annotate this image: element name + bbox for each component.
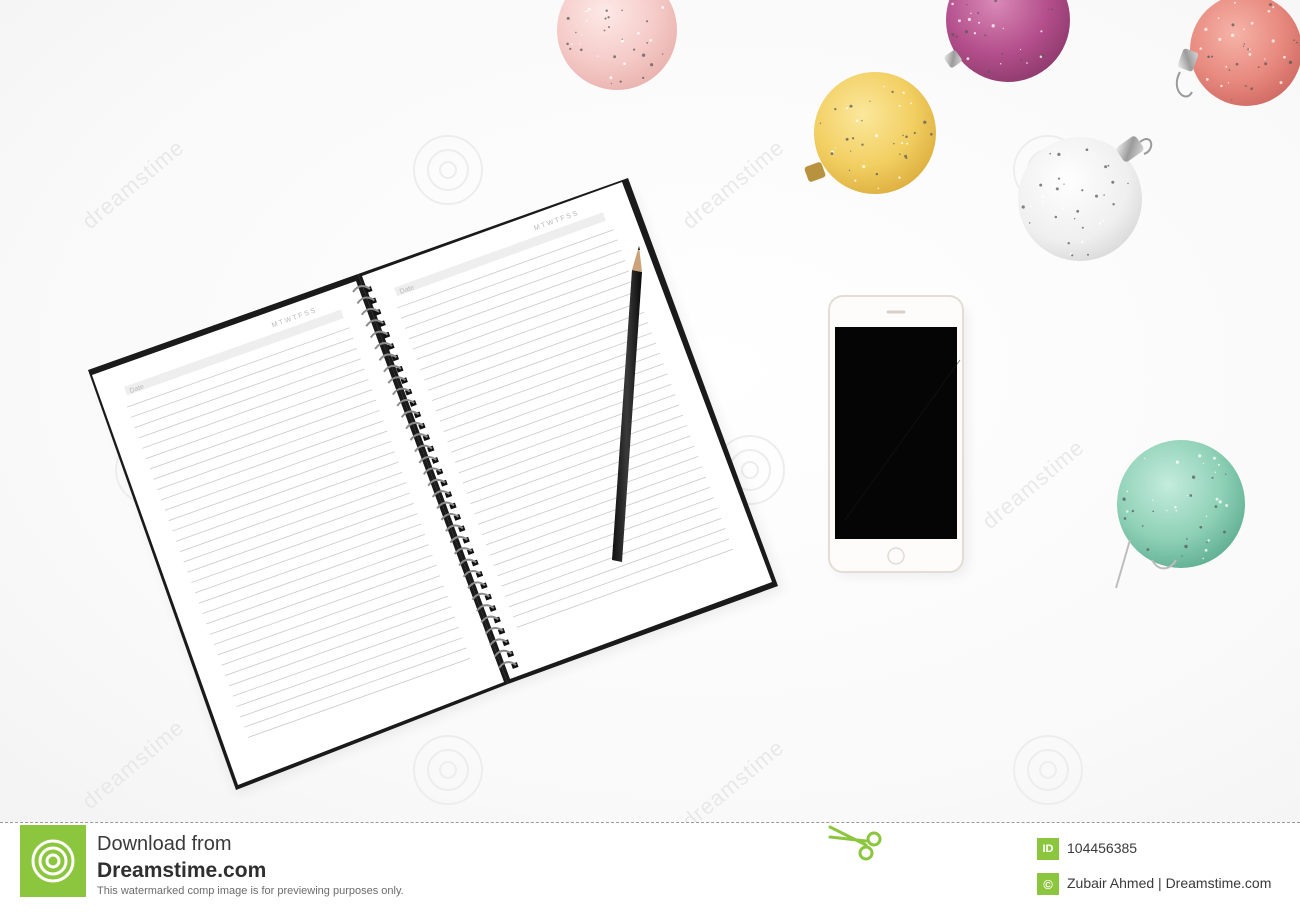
ornament-magenta [944, 0, 1070, 82]
author-credit[interactable]: Zubair Ahmed | Dreamstime.com [1067, 875, 1271, 891]
preview-note: This watermarked comp image is for previ… [97, 885, 404, 897]
footer: Download from Dreamstime.com This waterm… [0, 823, 1300, 912]
svg-text:dreamstime: dreamstime [77, 134, 189, 233]
svg-text:dreamstime: dreamstime [677, 734, 789, 822]
site-link[interactable]: Dreamstime.com [97, 859, 266, 883]
ornament-coral [1175, 0, 1300, 106]
image-id: 104456385 [1067, 840, 1138, 856]
svg-text:dreamstime: dreamstime [77, 714, 189, 813]
ornament-mint [1115, 440, 1245, 589]
svg-text:dreamstime: dreamstime [977, 434, 1089, 533]
ornament-pink [557, 0, 677, 90]
ornament-yellow [804, 72, 936, 194]
ornament-white [1018, 136, 1153, 261]
stock-photo: dreamstime dreamstime dreamstime dreamst… [0, 0, 1300, 822]
scissors-icon [828, 825, 882, 861]
spiral-logo-icon [31, 839, 75, 883]
download-label: Download from [97, 833, 232, 855]
notebook: Date M T W T F S S Date M T W T F S S [88, 178, 778, 790]
photo-scene: dreamstime dreamstime dreamstime dreamst… [77, 0, 1300, 822]
id-badge: ID [1037, 838, 1059, 860]
copyright-badge: © [1037, 873, 1059, 895]
phone-screen [835, 327, 957, 539]
svg-text:dreamstime: dreamstime [677, 134, 789, 233]
smartphone [828, 295, 964, 573]
dreamstime-logo[interactable] [20, 825, 86, 897]
